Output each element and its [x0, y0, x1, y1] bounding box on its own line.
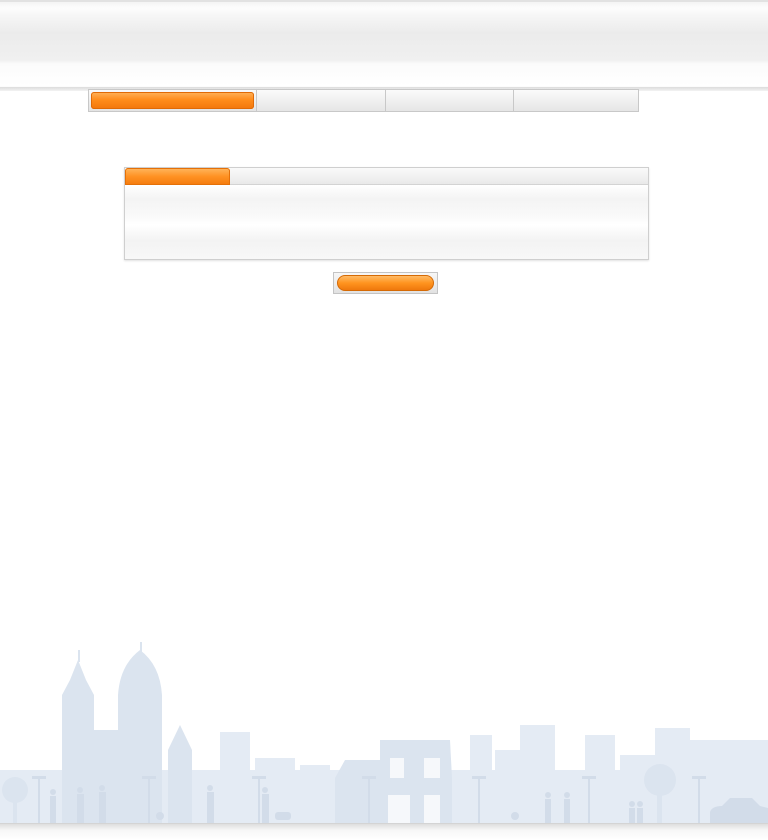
page-footer — [0, 823, 768, 840]
step-tab-4[interactable] — [514, 90, 638, 111]
app-header — [0, 0, 768, 91]
header-toolbar — [0, 32, 768, 60]
content-panel — [124, 167, 649, 260]
continue-button[interactable] — [337, 275, 434, 291]
panel-body — [125, 185, 648, 259]
action-button-frame — [333, 272, 438, 294]
step-tab-3[interactable] — [386, 90, 514, 111]
step-tabs — [88, 89, 639, 112]
step-tab-1-label — [91, 92, 254, 109]
step-tab-1[interactable] — [89, 90, 257, 111]
panel-tab-active[interactable] — [125, 168, 230, 185]
city-skyline-illustration — [0, 642, 768, 825]
step-tab-2[interactable] — [257, 90, 386, 111]
